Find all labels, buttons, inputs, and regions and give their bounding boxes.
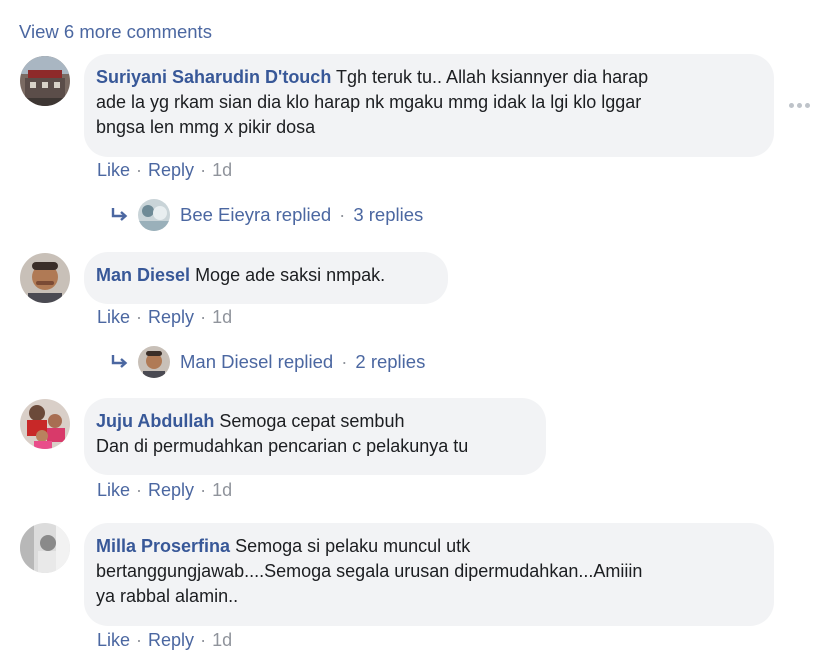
comment-actions: Like · Reply · 1d: [97, 480, 232, 501]
separator: ·: [200, 480, 207, 500]
avatar[interactable]: [20, 399, 70, 449]
avatar: [138, 346, 170, 378]
replied-by[interactable]: Man Diesel replied: [180, 351, 333, 373]
comment-bubble: Suriyani Saharudin D'touch Tgh teruk tu.…: [84, 54, 774, 157]
avatar[interactable]: [20, 523, 70, 573]
like-button[interactable]: Like: [97, 630, 130, 650]
separator: ·: [136, 630, 143, 650]
comment-author[interactable]: Suriyani Saharudin D'touch: [96, 67, 331, 87]
comment-text-line: ade la yg rkam sian dia klo harap nk mga…: [96, 92, 642, 112]
separator: ·: [200, 160, 207, 180]
comment-text-line: bertanggungjawab....Semoga segala urusan…: [96, 561, 643, 581]
comment-timestamp[interactable]: 1d: [212, 630, 232, 650]
comment-actions: Like · Reply · 1d: [97, 307, 232, 328]
like-button[interactable]: Like: [97, 307, 130, 327]
comment-bubble: Man Diesel Moge ade saksi nmpak.: [84, 252, 448, 304]
comment-bubble: Juju Abdullah Semoga cepat sembuh Dan di…: [84, 398, 546, 475]
reply-button[interactable]: Reply: [148, 480, 194, 500]
more-options-icon[interactable]: [789, 103, 810, 108]
replies-link[interactable]: Man Diesel replied · 2 replies: [110, 346, 425, 378]
comment-author[interactable]: Juju Abdullah: [96, 411, 214, 431]
reply-count[interactable]: 2 replies: [355, 351, 425, 373]
comment-text-line: ya rabbal alamin..: [96, 586, 239, 606]
reply-count[interactable]: 3 replies: [353, 204, 423, 226]
reply-button[interactable]: Reply: [148, 307, 194, 327]
comment-text-line: Tgh teruk tu.. Allah ksiannyer dia harap: [336, 67, 649, 87]
separator: ·: [341, 351, 348, 372]
comment-text-line: Semoga cepat sembuh: [219, 411, 405, 431]
avatar: [138, 199, 170, 231]
view-more-comments-link[interactable]: View 6 more comments: [19, 21, 212, 43]
comment-text-line: Moge ade saksi nmpak.: [195, 265, 386, 285]
separator: ·: [339, 204, 346, 225]
comment-timestamp[interactable]: 1d: [212, 160, 232, 180]
reply-button[interactable]: Reply: [148, 630, 194, 650]
comment-actions: Like · Reply · 1d: [97, 160, 232, 181]
separator: ·: [136, 160, 143, 180]
replies-link[interactable]: Bee Eieyra replied · 3 replies: [110, 199, 423, 231]
like-button[interactable]: Like: [97, 160, 130, 180]
separator: ·: [200, 630, 207, 650]
separator: ·: [136, 480, 143, 500]
replied-by[interactable]: Bee Eieyra replied: [180, 204, 331, 226]
comment-bubble: Milla Proserfina Semoga si pelaku muncul…: [84, 523, 774, 626]
separator: ·: [200, 307, 207, 327]
reply-button[interactable]: Reply: [148, 160, 194, 180]
comment-timestamp[interactable]: 1d: [212, 307, 232, 327]
comment-text-line: bngsa len mmg x pikir dosa: [96, 117, 316, 137]
reply-arrow-icon: [111, 208, 128, 221]
separator: ·: [136, 307, 143, 327]
comment-timestamp[interactable]: 1d: [212, 480, 232, 500]
avatar[interactable]: [20, 56, 70, 106]
comment-actions: Like · Reply · 1d: [97, 630, 232, 651]
comment-text-line: Dan di permudahkan pencarian c pelakunya…: [96, 436, 469, 456]
comment-text-line: Semoga si pelaku muncul utk: [235, 536, 471, 556]
avatar[interactable]: [20, 253, 70, 303]
reply-arrow-icon: [111, 355, 128, 368]
like-button[interactable]: Like: [97, 480, 130, 500]
comment-author[interactable]: Milla Proserfina: [96, 536, 230, 556]
comment-author[interactable]: Man Diesel: [96, 265, 190, 285]
